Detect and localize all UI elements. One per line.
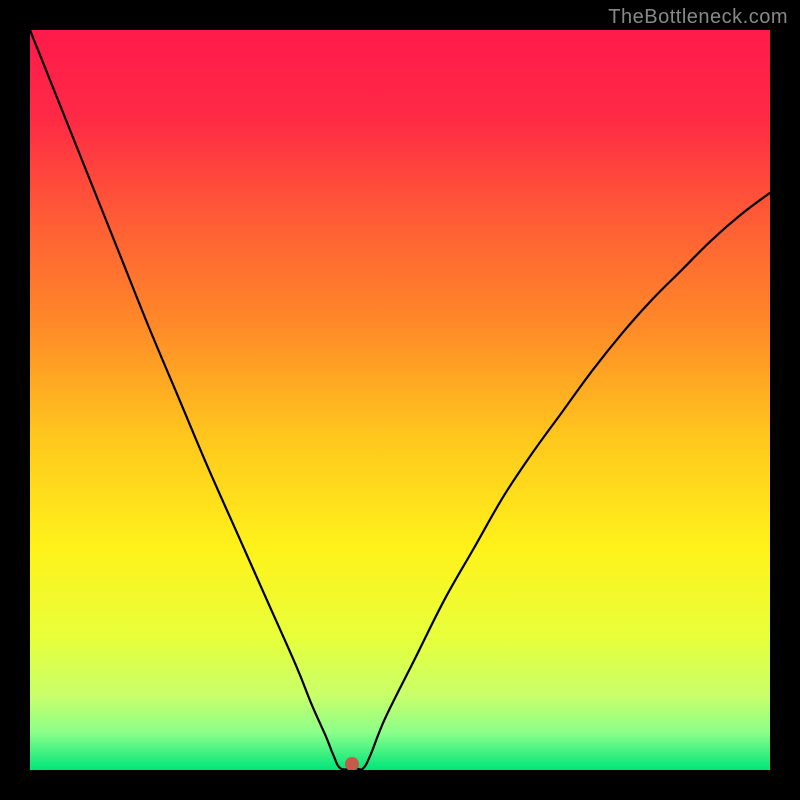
plot-area	[30, 30, 770, 770]
bottleneck-curve	[30, 30, 770, 770]
watermark-text: TheBottleneck.com	[608, 6, 788, 29]
chart-frame: TheBottleneck.com	[0, 0, 800, 800]
optimal-point-marker	[345, 757, 359, 770]
